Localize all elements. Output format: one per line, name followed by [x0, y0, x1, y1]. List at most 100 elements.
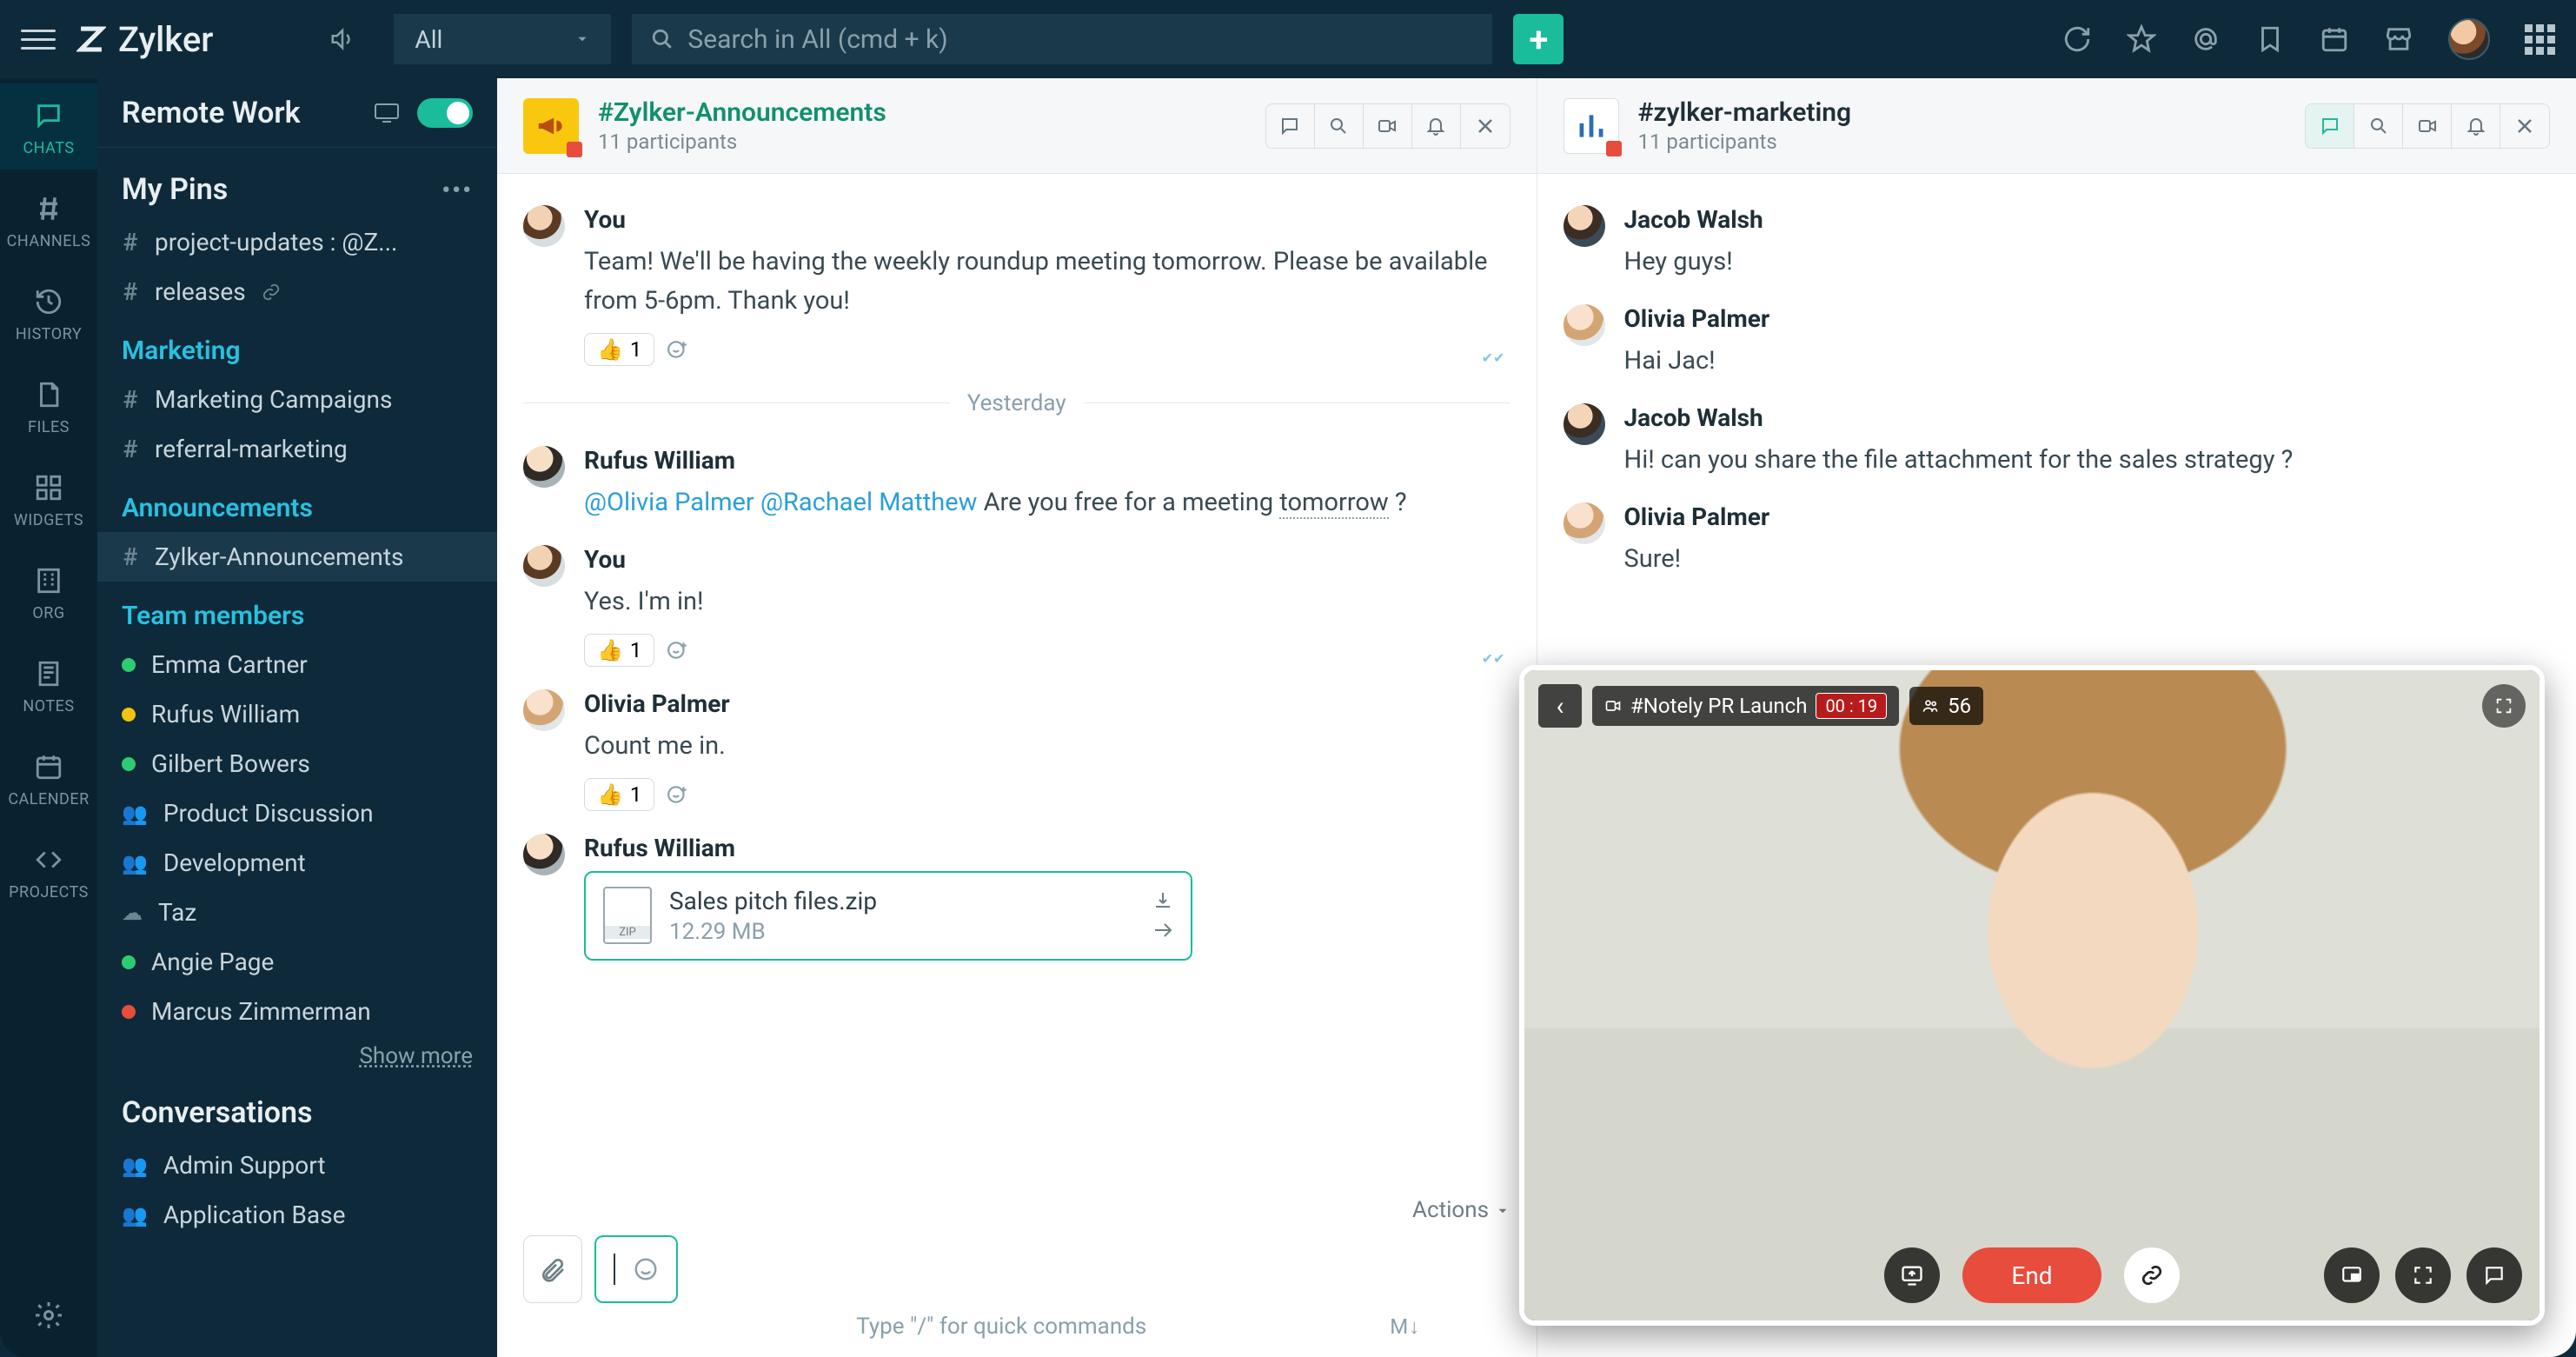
message: Rufus William Sales pitch files.zip 12.2… — [523, 820, 1510, 969]
reaction-chip[interactable]: 👍1 — [584, 333, 654, 366]
channel-title[interactable]: #Zylker-Announcements — [598, 97, 886, 128]
attach-button[interactable] — [523, 1235, 582, 1303]
sidebar-group-product-discussion[interactable]: 👥Product Discussion — [97, 788, 497, 838]
search-placeholder: Search in All (cmd + k) — [687, 24, 947, 55]
status-toggle[interactable] — [417, 98, 473, 128]
add-button[interactable]: + — [1513, 14, 1564, 64]
channel-actions-left — [1265, 103, 1510, 149]
channel-actions-right — [2305, 103, 2550, 149]
sidebar-member-angie[interactable]: Angie Page — [97, 937, 497, 987]
rail-calendar[interactable]: CALENDER — [0, 735, 97, 821]
end-call-button[interactable]: End — [1962, 1247, 2101, 1303]
markdown-icon[interactable]: M↓ — [1390, 1314, 1420, 1340]
sidebar-pin-releases[interactable]: #releases — [97, 267, 497, 316]
download-icon[interactable] — [1152, 890, 1173, 911]
group-team-members[interactable]: Team members — [97, 582, 497, 640]
message-composer[interactable] — [594, 1235, 678, 1303]
rail-notes[interactable]: NOTES — [0, 642, 97, 728]
sidebar-member-rufus[interactable]: Rufus William — [97, 689, 497, 739]
brand: Zylker — [76, 19, 309, 60]
message-list-left[interactable]: You Team! We'll be having the weekly rou… — [497, 174, 1537, 1190]
sidebar-pin-project-updates[interactable]: #project-updates : @Z... — [97, 217, 497, 267]
search-scope-dropdown[interactable]: All — [394, 14, 611, 64]
add-reaction-icon[interactable] — [667, 783, 689, 806]
search-input[interactable]: Search in All (cmd + k) — [632, 14, 1492, 64]
refresh-icon[interactable] — [2062, 24, 2092, 54]
add-reaction-icon[interactable] — [667, 338, 689, 361]
rail-settings[interactable] — [33, 1274, 64, 1357]
expand-button[interactable] — [2482, 684, 2526, 728]
file-attachment[interactable]: Sales pitch files.zip 12.29 MB — [584, 871, 1192, 961]
fullscreen-button[interactable] — [2395, 1247, 2451, 1303]
avatar — [1564, 304, 1605, 346]
participants-pill[interactable]: 56 — [1909, 687, 1983, 725]
open-chat-icon[interactable] — [2306, 104, 2354, 148]
close-icon[interactable] — [2500, 104, 2549, 148]
sidebar-group-development[interactable]: 👥Development — [97, 838, 497, 888]
sidebar-bot-taz[interactable]: ☁Taz — [97, 888, 497, 937]
group-announcements[interactable]: Announcements — [97, 474, 497, 532]
sidebar-member-emma[interactable]: Emma Cartner — [97, 640, 497, 689]
pins-header: My Pins ••• — [97, 148, 497, 217]
group-marketing[interactable]: Marketing — [97, 316, 497, 375]
rail-org[interactable]: ORG — [0, 549, 97, 635]
sidebar-referral-marketing[interactable]: #referral-marketing — [97, 424, 497, 474]
chat-in-call-button[interactable] — [2466, 1247, 2522, 1303]
monitor-icon[interactable] — [374, 103, 400, 123]
participants-count: 11 participants — [598, 130, 886, 154]
emoji-button[interactable] — [633, 1256, 659, 1282]
search-channel-icon[interactable] — [2354, 104, 2403, 148]
pins-menu-icon[interactable]: ••• — [442, 176, 473, 204]
reaction-chip[interactable]: 👍1 — [584, 634, 654, 667]
message: You Team! We'll be having the weekly rou… — [523, 191, 1510, 375]
bell-icon[interactable] — [1412, 104, 1461, 148]
mention-icon[interactable] — [2191, 24, 2221, 54]
avatar — [1564, 403, 1605, 445]
video-back-button[interactable]: ‹ — [1538, 684, 1582, 728]
camera-icon — [1604, 697, 1622, 715]
rail-projects[interactable]: PROJECTS — [0, 828, 97, 914]
star-icon[interactable] — [2127, 24, 2156, 54]
sidebar-conv-application-base[interactable]: 👥Application Base — [97, 1190, 497, 1240]
bookmark-icon[interactable] — [2255, 24, 2285, 54]
bell-icon[interactable] — [2452, 104, 2500, 148]
search-channel-icon[interactable] — [1315, 104, 1364, 148]
video-call-overlay[interactable]: ‹ #Notely PR Launch 00 : 19 56 End — [1519, 665, 2545, 1326]
mention[interactable]: @Olivia Palmer @Rachael Matthew — [584, 488, 977, 517]
status-dot-online — [122, 658, 136, 672]
add-reaction-icon[interactable] — [667, 639, 689, 662]
pip-button[interactable] — [2324, 1247, 2380, 1303]
rail-history[interactable]: HISTORY — [0, 269, 97, 356]
video-icon[interactable] — [1364, 104, 1412, 148]
reaction-chip[interactable]: 👍1 — [584, 778, 654, 811]
apps-grid-icon[interactable] — [2525, 24, 2555, 55]
store-icon[interactable] — [2384, 24, 2413, 54]
user-avatar[interactable] — [2448, 18, 2490, 60]
menu-button[interactable] — [21, 22, 56, 57]
sidebar-zylker-announcements[interactable]: #Zylker-Announcements — [97, 532, 497, 582]
channel-title[interactable]: #zylker-marketing — [1638, 97, 1852, 128]
forward-icon[interactable] — [1152, 920, 1173, 941]
calendar-icon[interactable] — [2320, 24, 2349, 54]
rail-chats[interactable]: CHATS — [0, 83, 97, 170]
copy-link-button[interactable] — [2124, 1247, 2180, 1303]
open-chat-icon[interactable] — [1266, 104, 1315, 148]
sidebar-member-marcus[interactable]: Marcus Zimmerman — [97, 987, 497, 1036]
channel-avatar-marketing — [1564, 98, 1619, 154]
zip-file-icon — [603, 887, 652, 944]
sidebar-conv-admin-support[interactable]: 👥Admin Support — [97, 1141, 497, 1190]
call-timer: 00 : 19 — [1816, 693, 1887, 719]
close-icon[interactable] — [1461, 104, 1510, 148]
rail-channels[interactable]: CHANNELS — [0, 176, 97, 263]
rail-files[interactable]: FILES — [0, 363, 97, 449]
show-more-link[interactable]: Show more — [97, 1036, 497, 1076]
video-icon[interactable] — [2403, 104, 2452, 148]
actions-dropdown[interactable]: Actions — [523, 1190, 1510, 1235]
group-icon: 👥 — [122, 1203, 148, 1227]
share-screen-button[interactable] — [1884, 1247, 1940, 1303]
speaker-icon[interactable] — [329, 26, 355, 52]
sidebar-marketing-campaigns[interactable]: #Marketing Campaigns — [97, 375, 497, 424]
sidebar-member-gilbert[interactable]: Gilbert Bowers — [97, 739, 497, 788]
people-icon — [1922, 697, 1939, 715]
rail-widgets[interactable]: WIDGETS — [0, 456, 97, 542]
